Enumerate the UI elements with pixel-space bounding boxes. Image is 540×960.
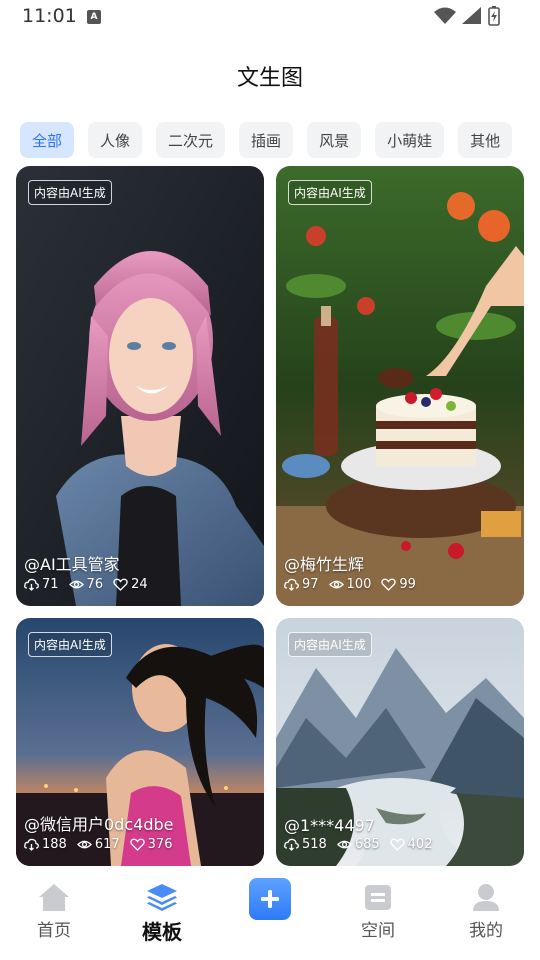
card-author: @1***4497	[284, 816, 375, 835]
wifi-icon	[434, 7, 456, 24]
like-count: 402	[407, 837, 433, 852]
page-title: 文生图	[236, 66, 303, 91]
tab-portrait[interactable]: 人像	[88, 122, 143, 158]
nav-space-label: 空间	[361, 921, 395, 941]
battery-icon	[488, 6, 500, 26]
card-image	[16, 166, 264, 606]
download-count: 71	[42, 577, 59, 592]
tab-landscape[interactable]: 风景	[307, 122, 362, 158]
download-cloud-icon	[24, 838, 39, 851]
view-count: 76	[86, 577, 104, 592]
download-count: 518	[302, 837, 327, 852]
home-icon	[39, 884, 69, 911]
download-count: 97	[302, 577, 319, 592]
eye-icon	[328, 580, 344, 589]
create-button[interactable]	[249, 878, 291, 920]
template-card[interactable]: 内容由AI生成 @梅竹生辉 97 100 99	[276, 166, 524, 606]
heart-icon	[389, 838, 405, 851]
template-card[interactable]: 内容由AI生成 @1***4497 518 685 402	[276, 618, 524, 866]
download-cloud-icon	[284, 838, 299, 851]
tab-all[interactable]: 全部	[20, 122, 75, 158]
eye-icon	[68, 580, 84, 589]
download-count: 188	[42, 837, 67, 852]
signal-icon	[462, 7, 481, 24]
like-count: 99	[399, 577, 416, 592]
tab-anime[interactable]: 二次元	[156, 122, 226, 158]
card-author: @AI工具管家	[24, 555, 120, 574]
nav-home-label: 首页	[37, 921, 71, 941]
view-count: 100	[346, 577, 372, 592]
nav-mine[interactable]: 我的	[446, 882, 526, 941]
card-info: @微信用户0dc4dbe 188 617 376	[24, 811, 173, 852]
eye-icon	[76, 840, 92, 849]
keyboard-indicator-icon: A	[87, 10, 101, 24]
view-count: 617	[94, 837, 120, 852]
nav-templates-label: 模板	[142, 920, 182, 944]
template-card[interactable]: 内容由AI生成 @AI工具管家 71 76 24	[16, 166, 264, 606]
card-stats: 518 685 402	[284, 837, 432, 852]
category-tabs: 全部 人像 二次元 插画 风景 小萌娃 其他	[20, 122, 532, 158]
status-bar: 11:01 A	[0, 0, 540, 34]
template-card[interactable]: 内容由AI生成 @微信用户0dc4dbe 188 617 376	[16, 618, 264, 866]
like-count: 376	[147, 837, 173, 852]
eye-icon	[336, 840, 352, 849]
nav-space[interactable]: 空间	[338, 882, 418, 941]
download-cloud-icon	[284, 578, 299, 591]
ai-generated-badge: 内容由AI生成	[288, 180, 372, 205]
card-author: @微信用户0dc4dbe	[24, 815, 174, 834]
tab-illustration[interactable]: 插画	[239, 122, 294, 158]
status-time: 11:01	[22, 5, 77, 27]
layers-icon	[147, 884, 177, 911]
tab-kids[interactable]: 小萌娃	[375, 122, 445, 158]
nav-home[interactable]: 首页	[14, 882, 94, 941]
tab-other[interactable]: 其他	[458, 122, 513, 158]
heart-icon	[381, 578, 397, 591]
card-stats: 71 76 24	[24, 577, 148, 592]
plus-icon	[261, 890, 279, 908]
card-stats: 97 100 99	[284, 577, 416, 592]
view-count: 685	[354, 837, 380, 852]
like-count: 24	[131, 577, 148, 592]
card-image	[276, 166, 524, 606]
nav-mine-label: 我的	[469, 921, 503, 941]
heart-icon	[113, 578, 128, 591]
card-author: @梅竹生辉	[284, 555, 365, 574]
user-icon	[473, 884, 499, 911]
heart-icon	[129, 838, 145, 851]
download-cloud-icon	[24, 578, 39, 591]
card-info: @AI工具管家 71 76 24	[24, 551, 148, 592]
ai-generated-badge: 内容由AI生成	[28, 632, 112, 657]
nav-templates[interactable]: 模板	[122, 882, 202, 945]
card-stats: 188 617 376	[24, 837, 173, 852]
card-info: @梅竹生辉 97 100 99	[284, 551, 416, 592]
ai-generated-badge: 内容由AI生成	[28, 180, 112, 205]
card-info: @1***4497 518 685 402	[284, 816, 432, 852]
status-icons	[434, 6, 500, 26]
folder-icon	[365, 885, 391, 910]
ai-generated-badge: 内容由AI生成	[288, 632, 372, 657]
